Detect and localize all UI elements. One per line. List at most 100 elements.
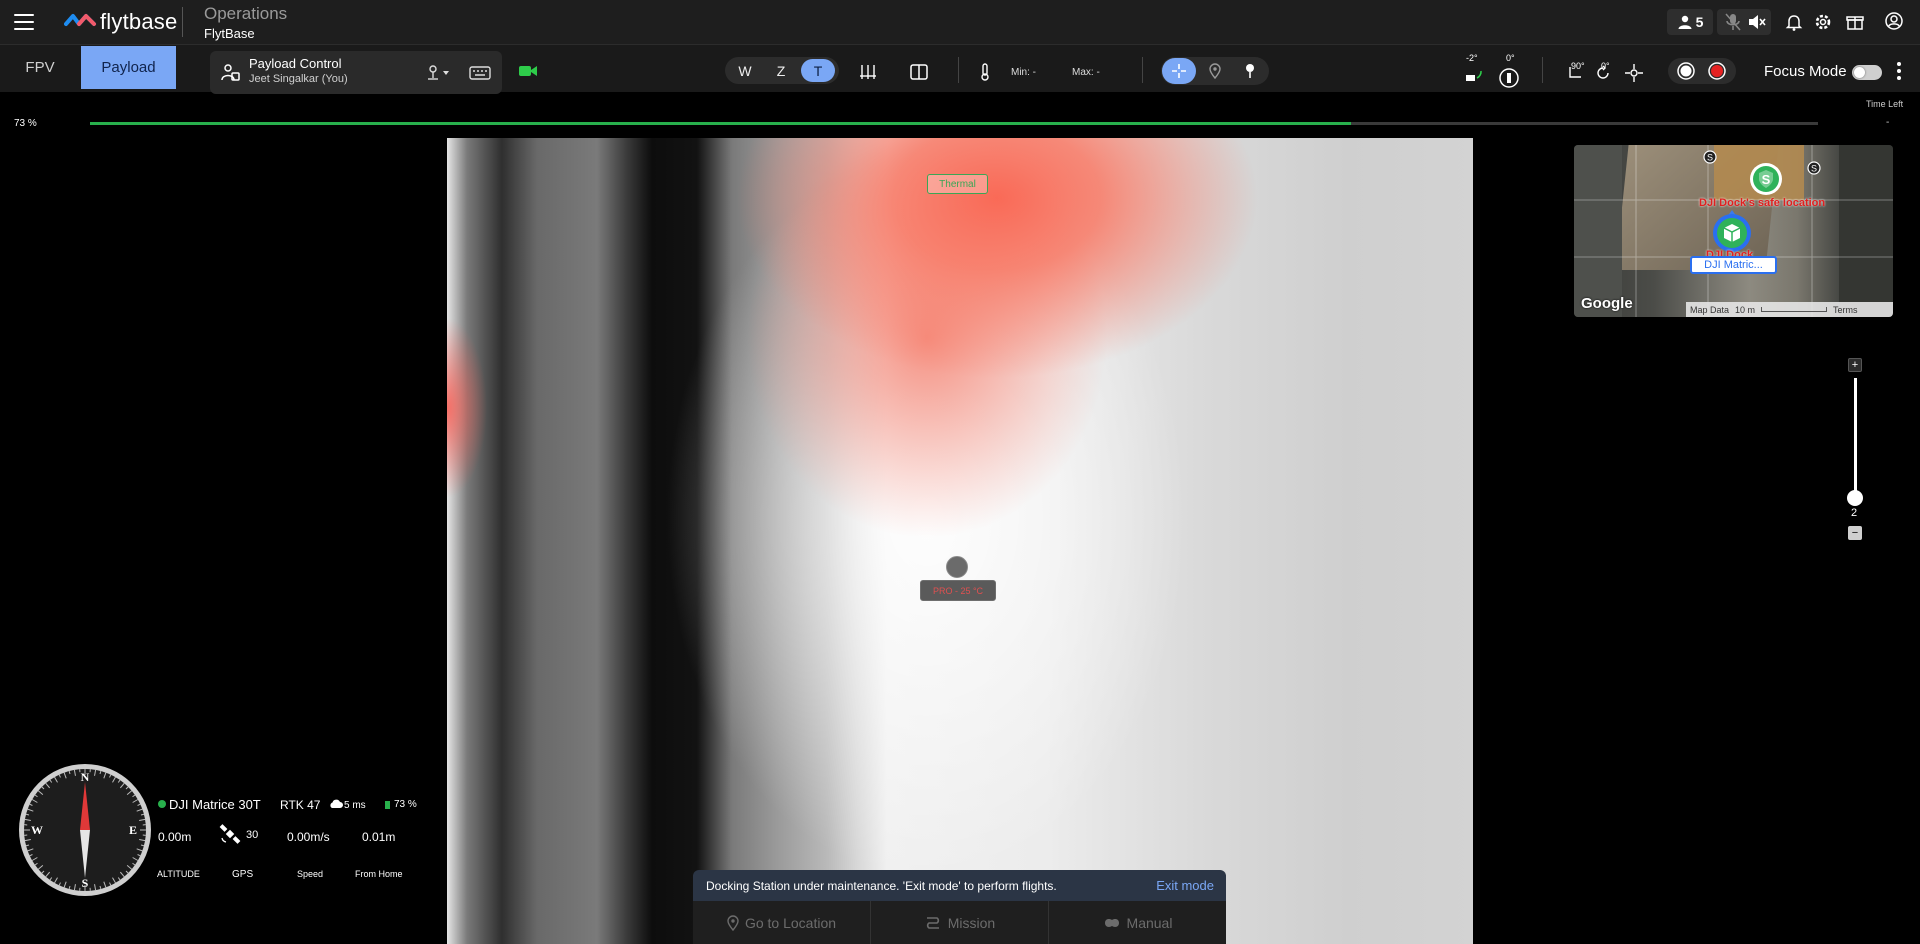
gimbal-center-icon[interactable] (1624, 63, 1644, 83)
separator (958, 57, 959, 83)
top-bar: flytbase Operations FlytBase 5 (0, 0, 1920, 45)
users-button[interactable]: 5 (1667, 9, 1713, 35)
tab-mission[interactable]: Mission (871, 901, 1049, 944)
tab-fpv[interactable]: FPV (0, 46, 80, 89)
gps-count: 30 (246, 829, 259, 841)
satellite-icon (219, 824, 241, 844)
tab-payload[interactable]: Payload (81, 46, 176, 89)
maintenance-notice: Docking Station under maintenance. 'Exit… (693, 870, 1226, 901)
payload-control-user: Jeet Singalkar (You) (249, 73, 348, 85)
altitude-value: 0.00m (158, 830, 192, 844)
audio-controls (1717, 9, 1771, 35)
payload-control-card: Payload Control Jeet Singalkar (You) (210, 51, 502, 94)
zoom-in-button[interactable]: + (1848, 358, 1862, 372)
map-scale-bar (1761, 307, 1828, 312)
speed-value: 0.00m/s (287, 830, 330, 844)
camera-mode-wide[interactable]: W (728, 59, 762, 82)
from-home-value: 0.01m (362, 830, 396, 844)
mini-map[interactable]: DJI Dock's safe location S S S DJI Dock … (1574, 145, 1893, 317)
zoom-slider-handle[interactable] (1847, 490, 1863, 506)
svg-text:S: S (1762, 172, 1771, 187)
exit-mode-link[interactable]: Exit mode (1156, 878, 1214, 893)
rtk-count: RTK 47 (280, 798, 321, 812)
spot-marker[interactable] (946, 556, 968, 578)
record-icon[interactable] (1708, 62, 1726, 80)
app-root: flytbase Operations FlytBase 5 FPV Paylo… (0, 0, 1920, 944)
split-view-icon[interactable] (909, 62, 929, 82)
manual-label: Manual (1126, 914, 1173, 931)
compass-e: E (129, 823, 137, 837)
gimbal-pitch-icon[interactable] (1463, 69, 1487, 87)
thermal-tag: Thermal (927, 174, 988, 194)
payload-control-title: Payload Control (249, 56, 342, 71)
camera-mode-thermal[interactable]: T (801, 59, 835, 82)
handover-dropdown-icon[interactable] (426, 64, 452, 82)
gift-icon[interactable] (1845, 12, 1865, 32)
zoom-value: 2 (1851, 507, 1858, 519)
location-pin-button[interactable] (1198, 58, 1232, 84)
zoom-slider-track[interactable] (1854, 378, 1857, 498)
map-terms-link[interactable]: Terms (1833, 305, 1858, 315)
focus-mode-toggle[interactable] (1852, 65, 1882, 80)
ir-adjust-icon[interactable] (858, 62, 878, 82)
svg-text:S: S (1811, 164, 1817, 174)
safe-location-label: DJI Dock's safe location (1699, 197, 1826, 209)
drone-status-dot (158, 800, 166, 808)
compass-n: N (81, 770, 90, 784)
logo-text: flytbase (100, 9, 178, 34)
time-left-value: - (1886, 117, 1890, 128)
gimbal-down-icon[interactable] (1567, 65, 1583, 81)
from-home-label: From Home (355, 869, 403, 879)
gimbal-yaw-icon[interactable] (1498, 67, 1520, 89)
point-pin-button[interactable] (1233, 58, 1267, 84)
camera-mode-selector: W Z T (725, 57, 839, 84)
battery-value: 73 % (394, 799, 417, 810)
flight-mode-tabs: Go to Location Mission Manual (693, 901, 1226, 944)
latency: 5 ms (344, 800, 366, 811)
video-camera-icon[interactable] (518, 64, 538, 78)
users-icon (1678, 15, 1692, 29)
camera-mode-zoom[interactable]: Z (764, 59, 798, 82)
gimbal-pitch: -2° (1466, 53, 1478, 63)
point-pin-icon (1246, 64, 1254, 78)
photo-capture-icon[interactable] (1677, 62, 1695, 80)
gimbal-reset-icon[interactable] (1595, 65, 1611, 81)
location-pin-icon (727, 914, 739, 931)
thermometer-icon[interactable] (975, 62, 995, 82)
waypoint-s-icon[interactable]: S (1807, 161, 1821, 175)
time-left-label: Time Left (1866, 99, 1904, 109)
map-data-link[interactable]: Map Data (1690, 305, 1729, 315)
map-action-selector (1161, 57, 1269, 85)
dock-marker-icon[interactable] (1710, 209, 1754, 253)
keyboard-icon[interactable] (469, 65, 491, 81)
bell-icon[interactable] (1784, 12, 1804, 32)
tab-go-to-location[interactable]: Go to Location (693, 901, 871, 944)
thermal-video-feed[interactable]: Thermal PRO - 25 °C (447, 138, 1473, 944)
go-to-location-label: Go to Location (744, 914, 837, 931)
flytbase-logo-icon (64, 14, 96, 26)
map-scale: 10 m (1735, 304, 1756, 315)
tab-manual[interactable]: Manual (1049, 901, 1226, 944)
header-divider (182, 7, 183, 37)
battery-progress-fill (90, 122, 1352, 125)
waypoint-s-icon[interactable]: S (1703, 150, 1717, 164)
zoom-out-button[interactable]: − (1848, 526, 1862, 540)
safe-location-shield-icon[interactable]: S (1748, 161, 1784, 197)
temperature-min: Min: - (1011, 67, 1036, 78)
crosshair-icon (1172, 64, 1186, 78)
profile-icon[interactable] (1884, 11, 1904, 31)
separator (1542, 57, 1543, 83)
separator (1142, 57, 1143, 83)
users-count: 5 (1695, 14, 1704, 30)
spot-temperature-label: PRO - 25 °C (920, 580, 996, 601)
drone-chip[interactable]: DJI Matric... (1690, 256, 1777, 274)
location-pin-icon (1209, 63, 1221, 79)
mic-off-icon[interactable] (1725, 13, 1741, 31)
cloud-latency-icon (330, 799, 343, 808)
more-options-icon[interactable] (1897, 62, 1903, 82)
crosshair-button[interactable] (1162, 58, 1196, 84)
menu-icon[interactable] (14, 14, 34, 30)
speaker-mute-icon[interactable] (1747, 13, 1767, 31)
manual-control-icon (1104, 918, 1119, 927)
gear-icon[interactable] (1813, 12, 1833, 32)
